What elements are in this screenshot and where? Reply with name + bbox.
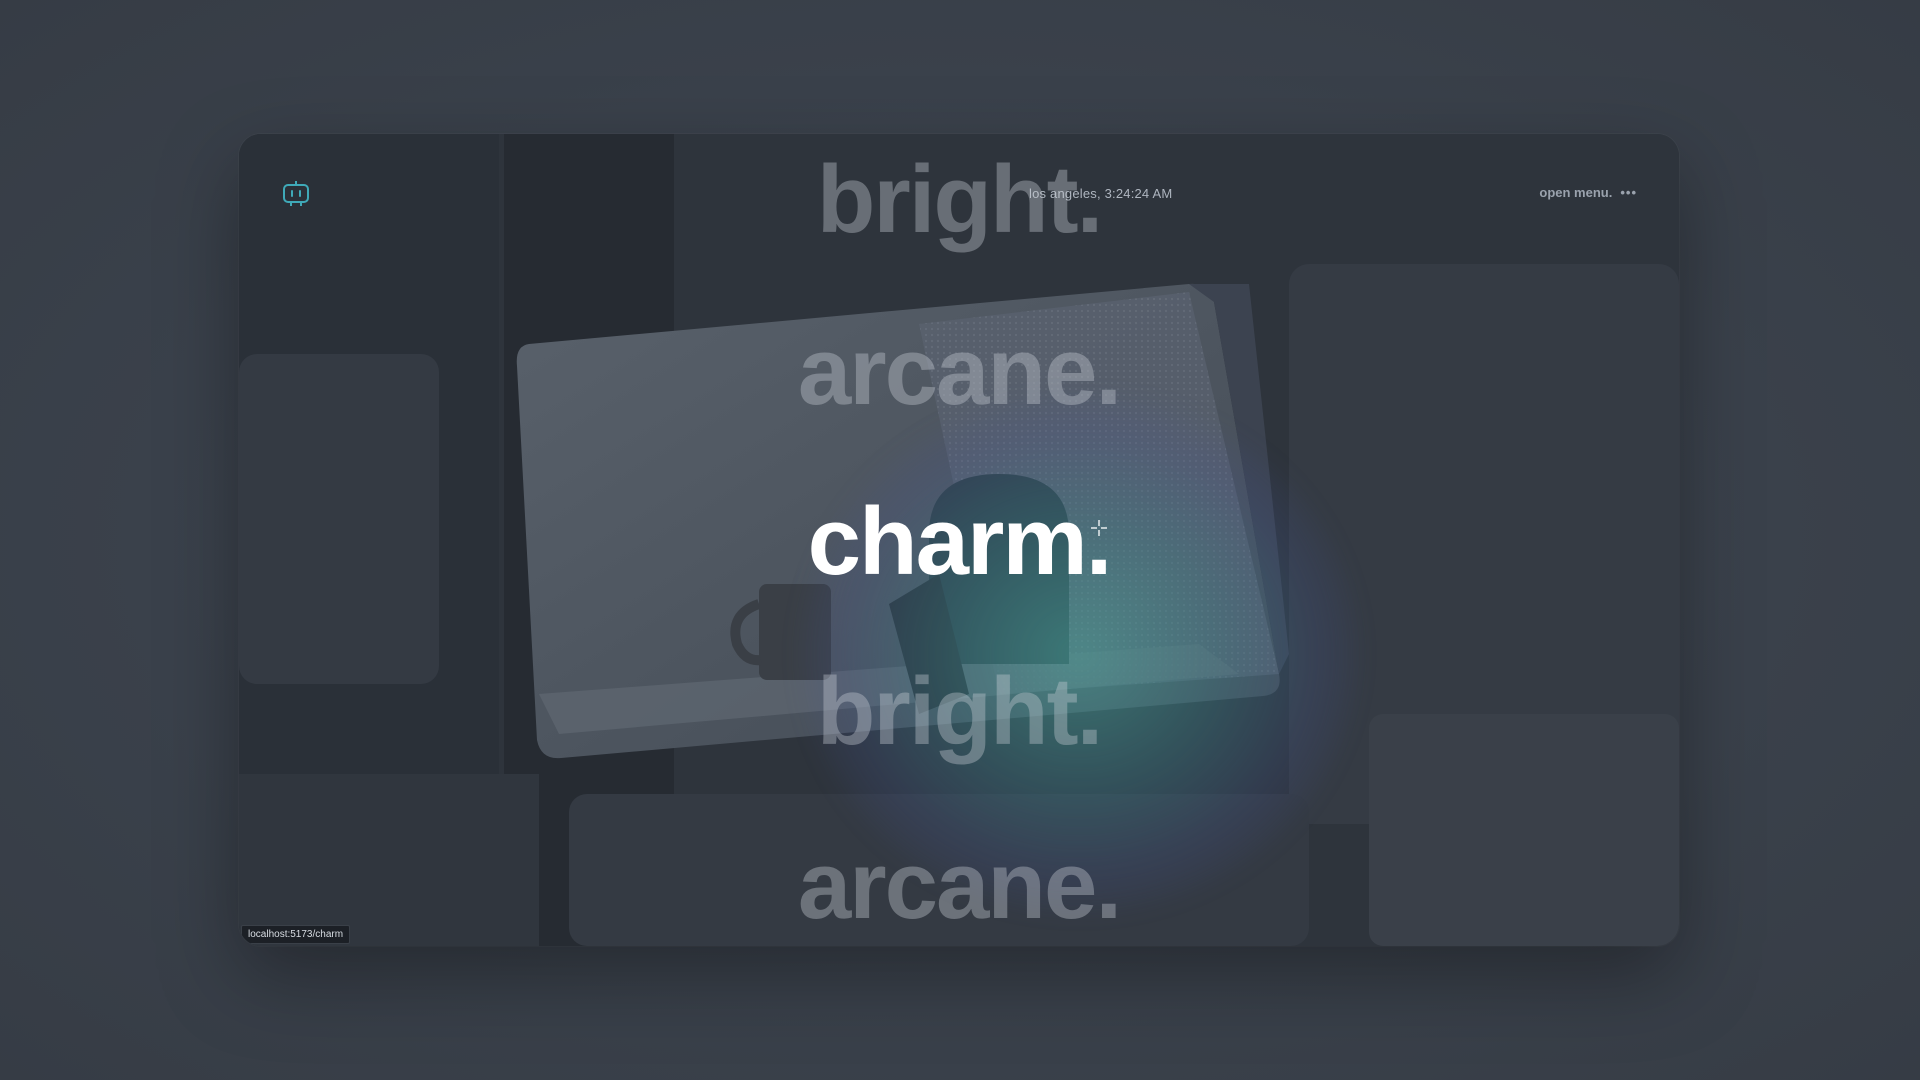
word-link-active[interactable]: charm. bbox=[239, 494, 1679, 590]
word-carousel: bright. arcane. charm. bright. arcane. bbox=[239, 134, 1679, 946]
word-link[interactable]: arcane. bbox=[239, 838, 1679, 934]
app-window: los angeles, 3:24:24 AM open menu. ••• b… bbox=[239, 134, 1679, 946]
word-link[interactable]: bright. bbox=[239, 664, 1679, 760]
word-link[interactable]: arcane. bbox=[239, 324, 1679, 420]
link-preview-status: localhost:5173/charm bbox=[241, 925, 351, 944]
crosshair-cursor-icon bbox=[1091, 520, 1107, 536]
word-link[interactable]: bright. bbox=[239, 152, 1679, 248]
